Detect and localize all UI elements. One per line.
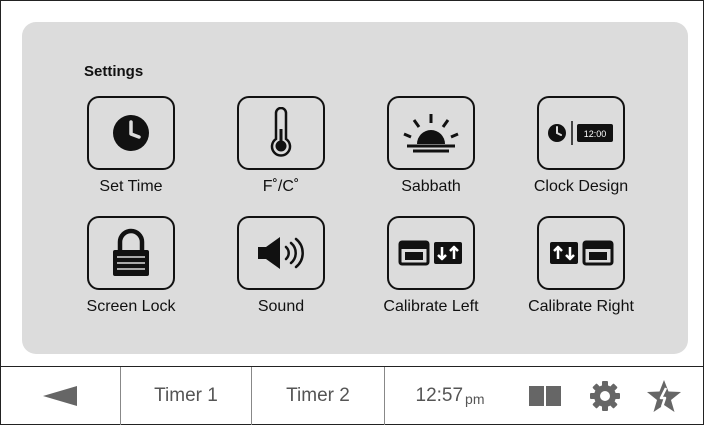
split-view-button[interactable]: [520, 367, 570, 425]
calibrate-left-label: Calibrate Left: [383, 298, 479, 315]
clock-ampm: pm: [465, 390, 485, 407]
gear-icon: [590, 381, 620, 411]
clock-time: 12:57: [415, 385, 464, 406]
timer-1-label: Timer 1: [154, 385, 218, 406]
set-time-button[interactable]: Set Time: [56, 96, 206, 226]
sound-button[interactable]: Sound: [206, 216, 356, 346]
oven-calibrate-right-icon: [537, 216, 625, 290]
set-time-label: Set Time: [99, 178, 163, 195]
timer-2-label: Timer 2: [286, 385, 350, 406]
bottom-bar: Timer 1 Timer 2 12:57 pm: [0, 366, 704, 425]
back-button[interactable]: [0, 367, 120, 425]
clock-design-button[interactable]: 12:00 Clock Design: [506, 96, 656, 226]
clock-design-icon: 12:00: [537, 96, 625, 170]
sabbath-label: Sabbath: [401, 178, 461, 195]
timer-1-button[interactable]: Timer 1: [121, 367, 251, 425]
sabbath-button[interactable]: Sabbath: [356, 96, 506, 226]
favorites-button[interactable]: [638, 367, 690, 425]
star-icon: [647, 380, 681, 412]
clock-design-label: Clock Design: [533, 178, 629, 195]
screen-lock-button[interactable]: Screen Lock: [56, 216, 206, 346]
temperature-unit-label: F˚/C˚: [262, 178, 300, 195]
screen-lock-label: Screen Lock: [86, 298, 176, 315]
timer-2-button[interactable]: Timer 2: [252, 367, 384, 425]
speaker-icon: [237, 216, 325, 290]
back-arrow-icon: [43, 386, 77, 406]
calibrate-right-label: Calibrate Right: [528, 298, 634, 315]
page-title: Settings: [84, 63, 144, 80]
settings-button[interactable]: [580, 367, 630, 425]
clock-icon: [87, 96, 175, 170]
temperature-unit-button[interactable]: F˚/C˚: [206, 96, 356, 226]
clock-display[interactable]: 12:57 pm: [385, 367, 515, 425]
lock-icon: [87, 216, 175, 290]
sound-label: Sound: [257, 298, 305, 315]
calibrate-left-button[interactable]: Calibrate Left: [356, 216, 506, 346]
sunrise-icon: [387, 96, 475, 170]
oven-calibrate-left-icon: [387, 216, 475, 290]
thermometer-icon: [237, 96, 325, 170]
clock-design-time-text: 12:00: [584, 129, 607, 139]
split-view-icon: [529, 386, 561, 406]
calibrate-right-button[interactable]: Calibrate Right: [506, 216, 656, 346]
